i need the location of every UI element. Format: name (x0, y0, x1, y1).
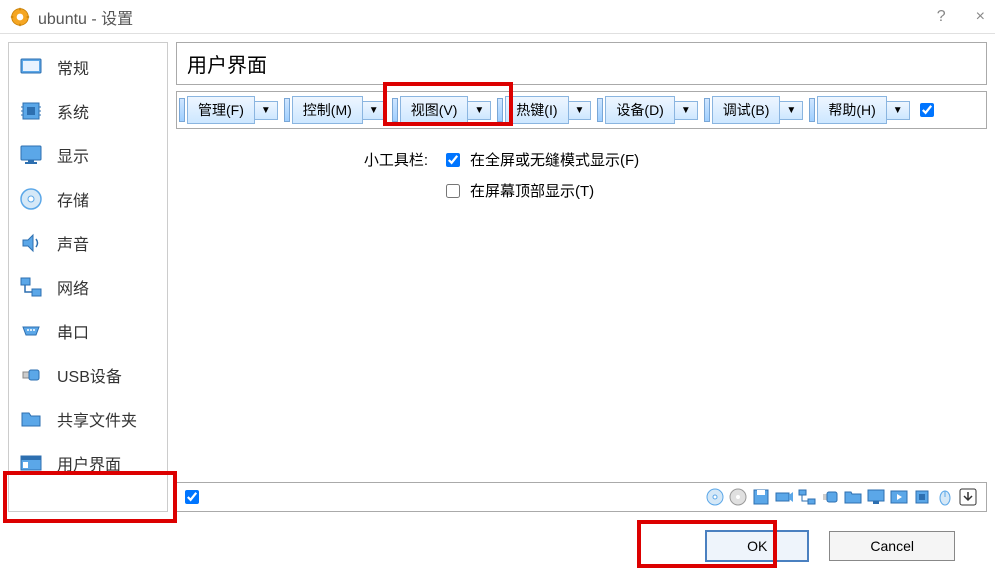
toolbar-handle[interactable] (809, 98, 815, 122)
sidebar-item-shared-folders[interactable]: 共享文件夹 (9, 397, 167, 441)
toolbar-handle[interactable] (179, 98, 185, 122)
sidebar-item-general[interactable]: 常规 (9, 45, 167, 89)
fullscreen-checkbox[interactable] (446, 153, 460, 167)
sidebar: 常规 系统 显示 存储 声音 网络 (8, 42, 168, 512)
sidebar-item-display[interactable]: 显示 (9, 133, 167, 177)
menu-devices[interactable]: 设备(D)▼ (605, 96, 697, 124)
toolbar-handle[interactable] (392, 98, 398, 122)
sidebar-item-label: 系统 (57, 99, 89, 123)
sidebar-item-label: 声音 (57, 231, 89, 255)
sidebar-item-label: 共享文件夹 (57, 407, 137, 431)
sidebar-item-label: USB设备 (57, 363, 122, 387)
fullscreen-checkbox-label: 在全屏或无缝模式显示(F) (470, 149, 639, 170)
folder-status-icon[interactable] (843, 487, 863, 507)
chevron-down-icon[interactable]: ▼ (569, 101, 592, 120)
titlebar: ubuntu - 设置 ? × (0, 0, 995, 34)
chevron-down-icon[interactable]: ▼ (675, 101, 698, 120)
disk-icon[interactable] (705, 487, 725, 507)
network-status-icon[interactable] (797, 487, 817, 507)
optical-icon[interactable] (728, 487, 748, 507)
options-area: 小工具栏: 在全屏或无缝模式显示(F) 在屏幕顶部显示(T) (176, 135, 987, 225)
cancel-button[interactable]: Cancel (829, 531, 955, 561)
menu-machine[interactable]: 控制(M)▼ (292, 96, 386, 124)
sidebar-item-label: 串口 (57, 319, 89, 343)
toolbar-handle[interactable] (497, 98, 503, 122)
menu-debug[interactable]: 调试(B)▼ (712, 96, 804, 124)
menu-file[interactable]: 管理(F)▼ (187, 96, 278, 124)
top-checkbox-label: 在屏幕顶部显示(T) (470, 180, 594, 201)
menu-view[interactable]: 视图(V)▼ (400, 96, 492, 124)
sidebar-item-storage[interactable]: 存储 (9, 177, 167, 221)
menu-input[interactable]: 热键(I)▼ (505, 96, 591, 124)
chip-icon[interactable] (912, 487, 932, 507)
display-status-icon[interactable] (866, 487, 886, 507)
sidebar-item-serial[interactable]: 串口 (9, 309, 167, 353)
system-icon (19, 99, 43, 123)
toolbar-handle[interactable] (704, 98, 710, 122)
chevron-down-icon[interactable]: ▼ (780, 101, 803, 120)
general-icon (19, 55, 43, 79)
chevron-down-icon[interactable]: ▼ (887, 101, 910, 120)
download-icon[interactable] (958, 487, 978, 507)
close-button[interactable]: × (976, 8, 985, 26)
ok-button[interactable]: OK (705, 530, 809, 562)
menu-toolbar: 管理(F)▼ 控制(M)▼ 视图(V)▼ 热键(I)▼ 设备(D)▼ (176, 91, 987, 129)
usb-status-icon[interactable] (820, 487, 840, 507)
window-title: ubuntu - 设置 (38, 5, 937, 29)
help-button[interactable]: ? (937, 8, 946, 26)
storage-icon (19, 187, 43, 211)
app-icon (10, 7, 30, 27)
sidebar-item-system[interactable]: 系统 (9, 89, 167, 133)
page-title: 用户界面 (176, 42, 987, 85)
network-icon (19, 275, 43, 299)
top-checkbox[interactable] (446, 184, 460, 198)
statusbar-enable-checkbox[interactable] (185, 490, 199, 504)
display-icon (19, 143, 43, 167)
sidebar-item-user-interface[interactable]: 用户界面 (9, 441, 167, 485)
sidebar-item-label: 显示 (57, 143, 89, 167)
sidebar-item-label: 用户界面 (57, 451, 121, 475)
audio-icon (19, 231, 43, 255)
dialog-footer: OK Cancel (0, 520, 995, 572)
mini-toolbar-label: 小工具栏: (196, 149, 436, 170)
floppy-icon[interactable] (751, 487, 771, 507)
menu-help[interactable]: 帮助(H)▼ (817, 96, 909, 124)
ui-icon (19, 451, 43, 475)
folder-icon (19, 407, 43, 431)
toolbar-enable-checkbox[interactable] (920, 103, 934, 117)
sidebar-item-label: 网络 (57, 275, 89, 299)
sidebar-item-audio[interactable]: 声音 (9, 221, 167, 265)
mouse-icon[interactable] (935, 487, 955, 507)
chevron-down-icon[interactable]: ▼ (363, 101, 386, 120)
sidebar-item-network[interactable]: 网络 (9, 265, 167, 309)
sidebar-item-label: 存储 (57, 187, 89, 211)
toolbar-handle[interactable] (597, 98, 603, 122)
usb-icon (19, 363, 43, 387)
chevron-down-icon[interactable]: ▼ (468, 101, 491, 120)
video-icon[interactable] (889, 487, 909, 507)
serial-icon (19, 319, 43, 343)
status-toolbar (176, 482, 987, 512)
sidebar-item-usb[interactable]: USB设备 (9, 353, 167, 397)
sidebar-item-label: 常规 (57, 55, 89, 79)
chevron-down-icon[interactable]: ▼ (255, 101, 278, 120)
recorder-icon[interactable] (774, 487, 794, 507)
toolbar-handle[interactable] (284, 98, 290, 122)
main-panel: 用户界面 管理(F)▼ 控制(M)▼ 视图(V)▼ 热键(I)▼ (176, 42, 987, 512)
